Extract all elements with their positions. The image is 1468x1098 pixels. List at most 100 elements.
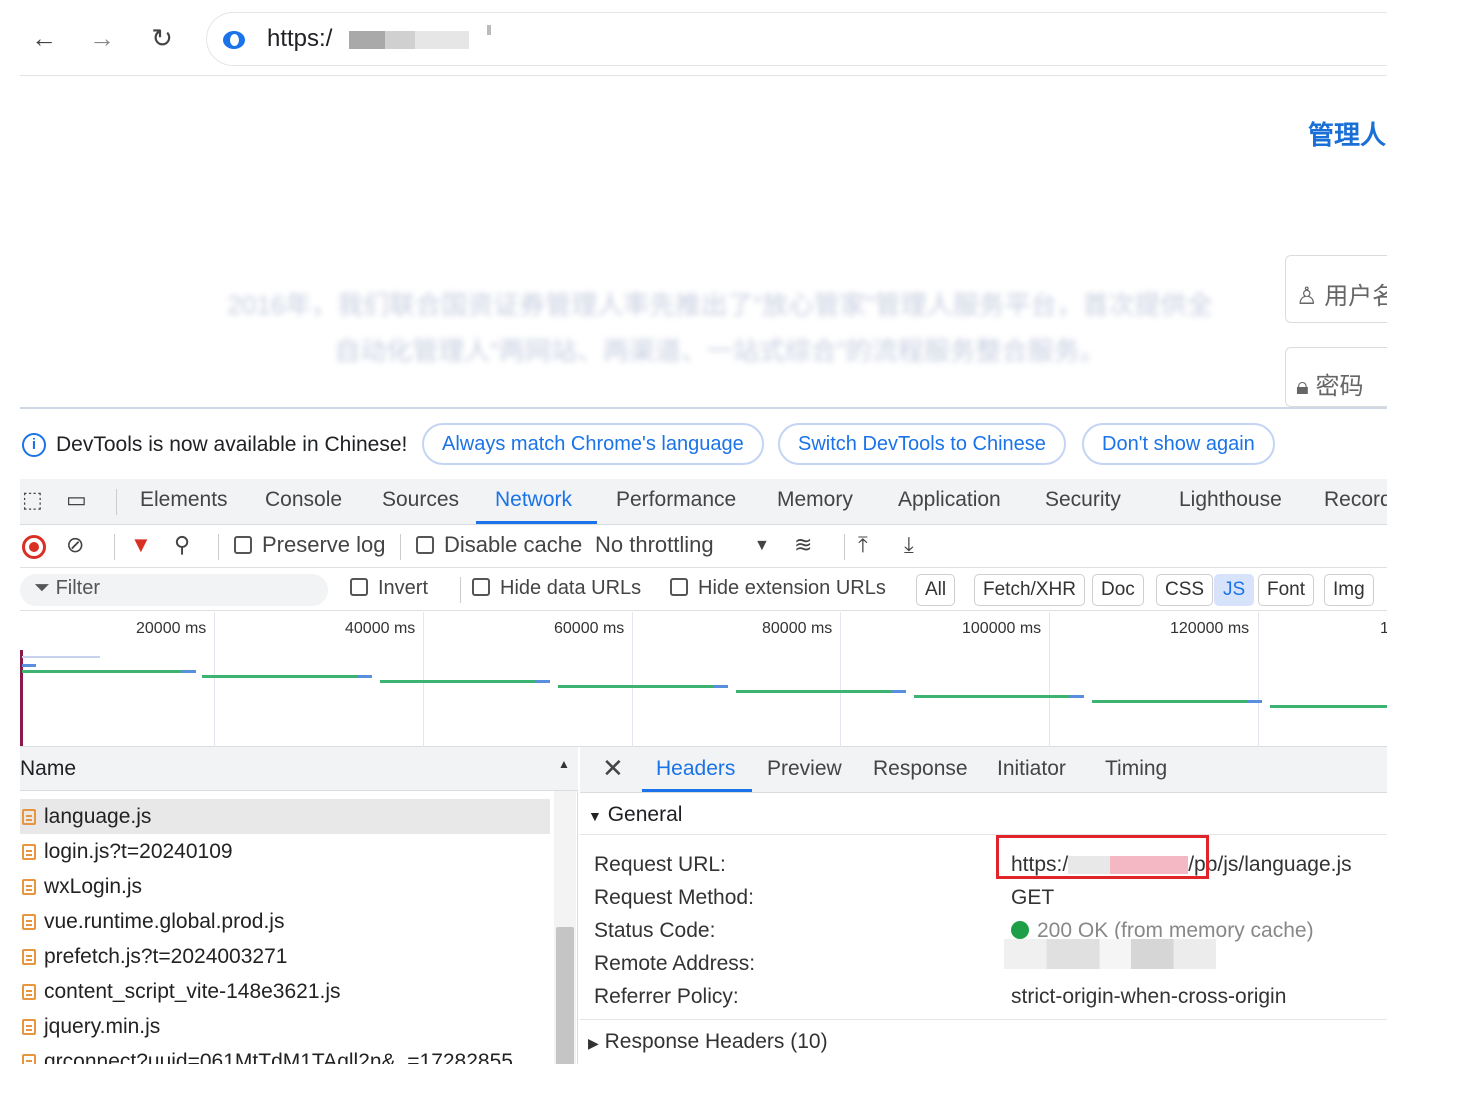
type-filter-font[interactable]: Font — [1258, 574, 1315, 606]
close-icon[interactable]: ✕ — [602, 753, 624, 784]
lock-icon: 🔒︎ — [1296, 373, 1309, 400]
request-row-wxlogin-js[interactable]: wxLogin.js — [20, 869, 550, 904]
timeline-gridline — [214, 612, 215, 747]
devtools-tabbar: ⬚ ▭ Elements Console Sources Network Per… — [20, 479, 1387, 525]
timeline-tick: 80000 ms — [762, 620, 833, 637]
url-text[interactable]: https:/ — [267, 25, 332, 53]
network-conditions-icon[interactable]: ≋ — [794, 532, 812, 558]
timeline-gridline — [632, 612, 633, 747]
type-filter-doc[interactable]: Doc — [1092, 574, 1144, 606]
script-file-icon — [22, 844, 36, 860]
tab-preview[interactable]: Preview — [767, 757, 842, 781]
request-row-prefetch-js[interactable]: prefetch.js?t=2024003271 — [20, 939, 550, 974]
timeline-request-bar — [202, 675, 358, 678]
disable-cache-checkbox[interactable]: Disable cache — [416, 532, 582, 558]
referrer-policy-label: Referrer Policy: — [594, 985, 739, 1008]
request-row-vue-runtime[interactable]: vue.runtime.global.prod.js — [20, 904, 550, 939]
timeline-request-bar — [22, 664, 36, 667]
record-icon[interactable] — [22, 535, 46, 559]
password-field[interactable]: 🔒︎ 密码 — [1285, 347, 1387, 407]
request-row-jquery[interactable]: jquery.min.js — [20, 1009, 550, 1044]
tab-recorder[interactable]: Recorder — [1324, 488, 1387, 512]
type-filter-all[interactable]: All — [916, 574, 956, 606]
name-column-header[interactable]: Name ▲ — [20, 747, 578, 791]
timeline-request-bar — [22, 656, 100, 658]
script-file-icon — [22, 879, 36, 895]
tab-headers[interactable]: Headers — [656, 757, 735, 781]
network-timeline-overview[interactable]: 20000 ms 40000 ms 60000 ms 80000 ms 1000… — [20, 612, 1387, 747]
dont-show-again-button[interactable]: Don't show again — [1082, 423, 1275, 465]
tab-timing[interactable]: Timing — [1105, 757, 1167, 781]
scrollbar-thumb[interactable] — [556, 927, 574, 1064]
request-name: wxLogin.js — [44, 875, 143, 898]
devtools-panel: i DevTools is now available in Chinese! … — [20, 407, 1387, 1064]
tab-sources[interactable]: Sources — [382, 488, 459, 512]
type-filter-css[interactable]: CSS — [1156, 574, 1214, 606]
response-headers-section[interactable]: ▶ Response Headers (10) — [580, 1019, 1387, 1064]
script-file-icon — [22, 949, 36, 965]
preserve-log-checkbox[interactable]: Preserve log — [234, 532, 386, 558]
redacted-url-block — [349, 31, 469, 49]
request-row-qrconnect[interactable]: qrconnect?uuid=061MtTdM1TAqll2n&_=172828… — [20, 1044, 550, 1064]
search-icon[interactable]: ⚲ — [174, 532, 190, 558]
tab-performance[interactable]: Performance — [616, 488, 736, 512]
tab-initiator[interactable]: Initiator — [997, 757, 1066, 781]
always-match-language-button[interactable]: Always match Chrome's language — [422, 423, 764, 465]
hide-extension-urls-checkbox[interactable]: Hide extension URLs — [670, 577, 886, 600]
chevron-down-icon[interactable]: ▼ — [754, 537, 770, 555]
script-file-icon — [22, 984, 36, 1000]
active-detail-tab-indicator — [642, 789, 752, 792]
script-file-icon — [22, 1019, 36, 1035]
device-toolbar-icon[interactable]: ▭ — [66, 487, 87, 513]
request-name: jquery.min.js — [44, 1015, 161, 1038]
type-filter-js[interactable]: JS — [1214, 574, 1255, 606]
username-field[interactable]: ♙ 用户名 — [1285, 255, 1387, 323]
tab-response[interactable]: Response — [873, 757, 968, 781]
tab-security[interactable]: Security — [1045, 488, 1121, 512]
request-row-login-js[interactable]: login.js?t=20240109 — [20, 834, 550, 869]
hide-data-urls-checkbox[interactable]: Hide data URLs — [472, 577, 641, 600]
checkbox-icon — [350, 578, 368, 596]
tab-network[interactable]: Network — [495, 488, 572, 512]
type-filter-fetch-xhr[interactable]: Fetch/XHR — [974, 574, 1085, 606]
switch-to-chinese-button[interactable]: Switch DevTools to Chinese — [778, 423, 1066, 465]
tab-lighthouse[interactable]: Lighthouse — [1179, 488, 1282, 512]
request-row-language-js[interactable]: language.js — [20, 799, 550, 834]
forward-icon[interactable]: → — [84, 20, 120, 56]
detail-tabbar: ✕ Headers Preview Response Initiator Tim… — [580, 747, 1387, 793]
timeline-request-bar — [182, 670, 196, 673]
timeline-request-bar — [1092, 700, 1248, 703]
response-headers-label: Response Headers (10) — [604, 1030, 828, 1053]
import-har-icon[interactable]: ⤒ — [858, 532, 868, 558]
toolbar-divider — [844, 534, 845, 560]
tab-elements[interactable]: Elements — [140, 488, 228, 512]
general-label: General — [607, 803, 683, 826]
reload-icon[interactable]: ↻ — [144, 20, 180, 56]
invert-checkbox[interactable]: Invert — [350, 577, 428, 600]
inspect-element-icon[interactable]: ⬚ — [22, 487, 43, 513]
status-code-label: Status Code: — [594, 919, 716, 942]
back-icon[interactable]: ← — [26, 20, 62, 56]
disable-cache-label: Disable cache — [444, 532, 583, 557]
general-section-header[interactable]: ▼ General — [580, 793, 1387, 835]
timeline-tick: 20000 ms — [136, 620, 207, 637]
clear-icon[interactable]: ⊘ — [66, 532, 84, 558]
export-har-icon[interactable]: ⤓ — [904, 532, 914, 558]
invert-label: Invert — [378, 577, 429, 599]
address-bar[interactable]: https:/ — [206, 12, 1387, 66]
filter-input[interactable]: ⏷ Filter — [20, 574, 328, 606]
type-filter-img[interactable]: Img — [1324, 574, 1374, 606]
tab-memory[interactable]: Memory — [777, 488, 853, 512]
timeline-request-bar — [22, 670, 182, 673]
sort-ascending-icon[interactable]: ▲ — [558, 757, 570, 771]
throttling-select[interactable]: No throttling — [595, 532, 714, 558]
checkbox-icon — [670, 578, 688, 596]
tab-console[interactable]: Console — [265, 488, 342, 512]
timeline-request-bar — [714, 685, 728, 688]
timeline-request-bar — [558, 685, 714, 688]
triangle-right-icon: ▶ — [588, 1035, 599, 1051]
tab-application[interactable]: Application — [898, 488, 1001, 512]
filter-funnel-icon[interactable]: ▼ — [130, 532, 152, 558]
site-info-icon[interactable] — [223, 31, 245, 49]
request-row-content-script[interactable]: content_script_vite-148e3621.js — [20, 974, 550, 1009]
